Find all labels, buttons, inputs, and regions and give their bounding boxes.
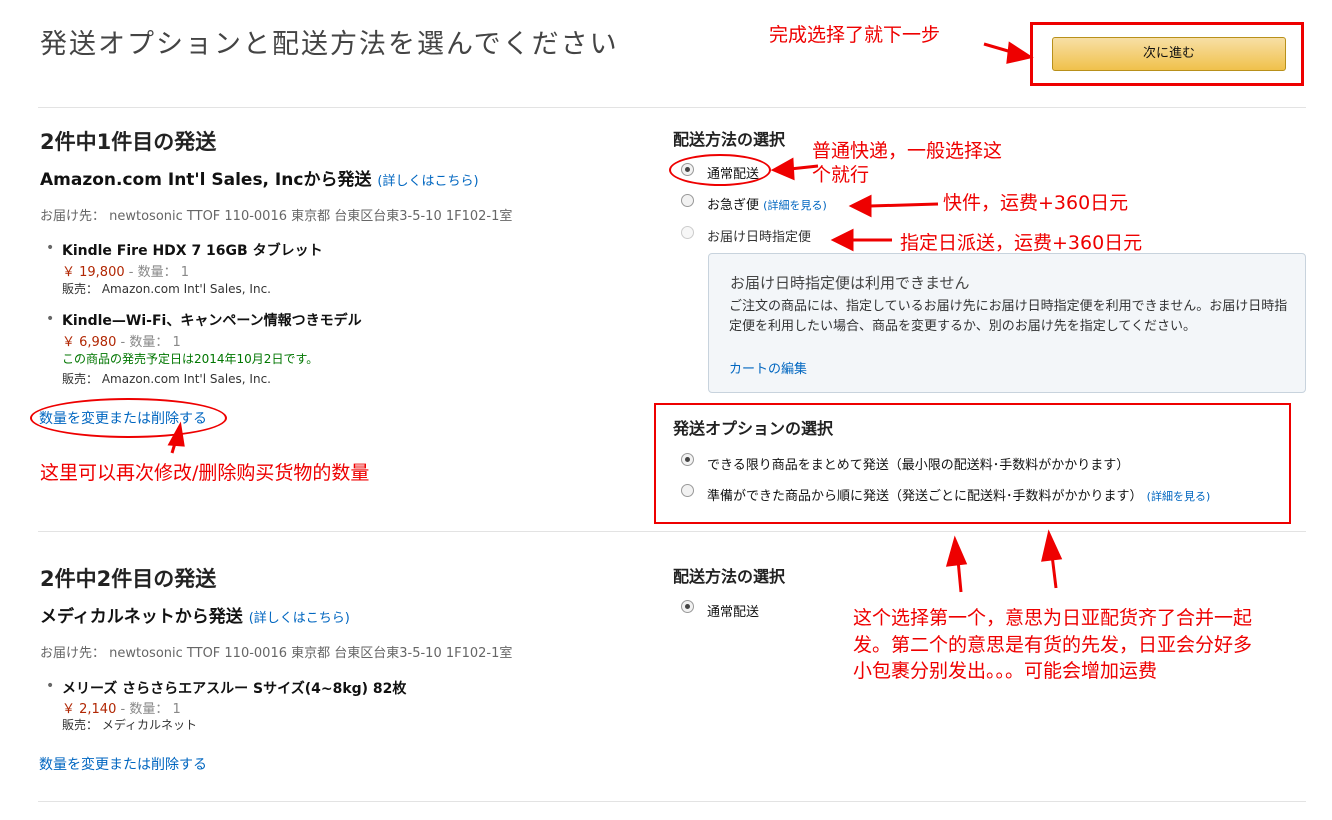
annotation-arrows xyxy=(167,41,1063,593)
arrow-express xyxy=(869,202,939,208)
arrow-timed-head xyxy=(830,228,854,252)
arrow-express-head xyxy=(848,194,872,218)
arrow-standard xyxy=(789,164,819,171)
arrow-change-head xyxy=(167,421,185,447)
arrow-standard-head xyxy=(770,157,795,181)
arrow-ship-right-head xyxy=(1041,529,1063,562)
arrow-ship-left-head xyxy=(945,535,968,567)
arrow-next-head xyxy=(1006,41,1034,64)
